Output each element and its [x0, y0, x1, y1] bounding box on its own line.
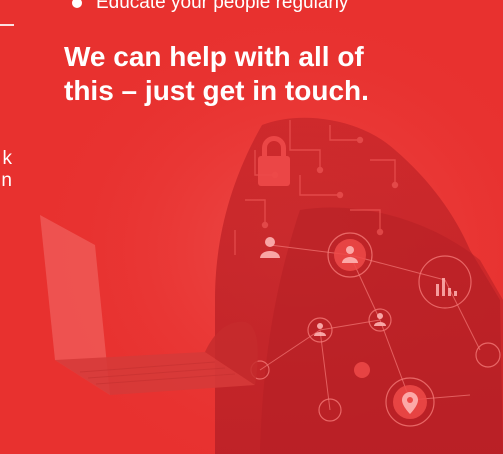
left-fragment-line-2: n [1, 170, 12, 191]
cta-headline-line-2: this – just get in touch. [64, 75, 369, 106]
bullet-text: Educate your people regularly [96, 0, 349, 13]
left-fragment-line-1: k [2, 148, 13, 169]
left-column-text-fragment: k n [0, 148, 12, 192]
promo-panel: Educate your people regularly We can hel… [0, 0, 503, 454]
bullet-dot-icon [72, 0, 82, 8]
cta-headline: We can help with all of this – just get … [64, 40, 464, 108]
left-divider [0, 24, 14, 26]
bullet-item: Educate your people regularly [72, 0, 348, 14]
cta-headline-line-1: We can help with all of [64, 41, 364, 72]
